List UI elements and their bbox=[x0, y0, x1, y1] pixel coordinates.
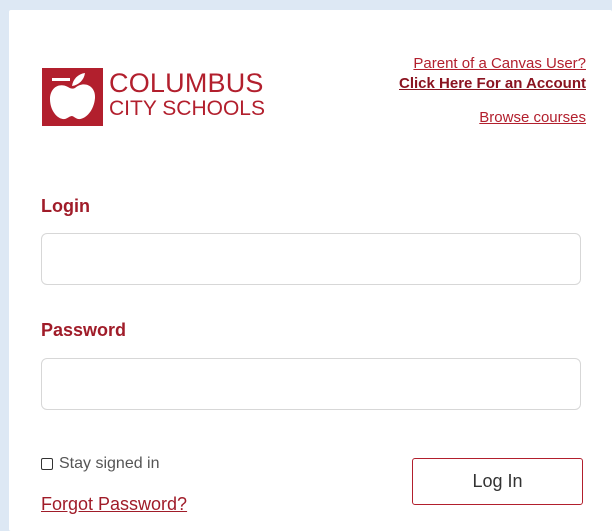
header-links: Parent of a Canvas User? Click Here For … bbox=[399, 54, 586, 128]
login-panel: COLUMBUS CITY SCHOOLS Parent of a Canvas… bbox=[9, 10, 612, 531]
browse-courses-link[interactable]: Browse courses bbox=[399, 108, 586, 128]
forgot-password-link[interactable]: Forgot Password? bbox=[41, 494, 187, 515]
login-label: Login bbox=[41, 196, 90, 216]
logo-subtitle: CITY SCHOOLS bbox=[109, 97, 265, 120]
logo-title: COLUMBUS bbox=[109, 68, 264, 98]
create-account-link[interactable]: Click Here For an Account bbox=[399, 74, 586, 94]
columbus-city-schools-logo: COLUMBUS CITY SCHOOLS bbox=[42, 68, 294, 126]
login-input[interactable] bbox=[41, 233, 581, 285]
password-label: Password bbox=[41, 320, 127, 340]
stay-signed-in-checkbox[interactable] bbox=[41, 458, 53, 470]
stay-signed-in-label: Stay signed in bbox=[59, 455, 160, 472]
password-input[interactable] bbox=[41, 358, 581, 410]
parent-canvas-user-link[interactable]: Parent of a Canvas User? bbox=[399, 54, 586, 74]
stay-signed-in[interactable]: Stay signed in bbox=[41, 455, 160, 473]
apple-logo-icon bbox=[42, 68, 103, 126]
login-button[interactable]: Log In bbox=[412, 458, 583, 505]
